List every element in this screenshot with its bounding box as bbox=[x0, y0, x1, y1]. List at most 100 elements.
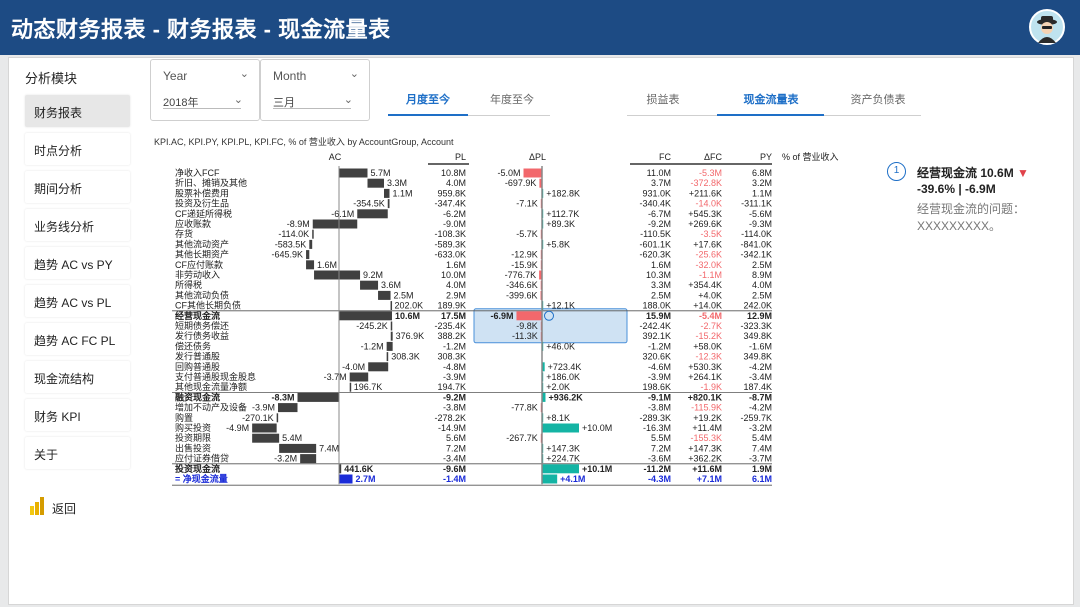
row-label: 投资及衍生品 bbox=[175, 198, 229, 209]
ac-bar[interactable] bbox=[297, 392, 340, 402]
dpl-value: +936.2K bbox=[548, 392, 583, 402]
ac-bar[interactable] bbox=[349, 372, 369, 382]
ac-bar[interactable] bbox=[312, 219, 358, 229]
ac-value: 1.1M bbox=[393, 188, 413, 198]
ac-value: 5.7M bbox=[371, 168, 391, 178]
py-value: 242.0K bbox=[743, 301, 772, 311]
row-label: 其他现金流量净额 bbox=[175, 381, 247, 392]
ac-bar[interactable] bbox=[306, 250, 310, 260]
ac-bar[interactable] bbox=[306, 260, 315, 270]
ac-bar[interactable] bbox=[367, 178, 385, 188]
ac-value: 376.9K bbox=[396, 331, 425, 341]
fc-value: 1.6M bbox=[651, 260, 671, 270]
dpl-bar[interactable] bbox=[542, 464, 579, 474]
dpl-value: -5.7K bbox=[516, 229, 538, 239]
pl-value: -9.0M bbox=[443, 219, 466, 229]
dfc-value: -1.1M bbox=[699, 270, 722, 280]
ac-value: 2.7M bbox=[356, 474, 376, 484]
ac-value: 7.4M bbox=[319, 443, 339, 453]
ac-value: 10.6M bbox=[395, 311, 420, 321]
fc-value: 10.3M bbox=[646, 270, 671, 280]
dfc-value: -115.9K bbox=[691, 403, 722, 413]
dpl-bar[interactable] bbox=[542, 423, 579, 433]
ac-value: -583.5K bbox=[275, 239, 307, 249]
dpl-value: +2.0K bbox=[546, 382, 570, 392]
ac-bar[interactable] bbox=[252, 433, 280, 443]
fc-value: -9.1M bbox=[648, 392, 671, 402]
pl-value: -14.9M bbox=[438, 423, 466, 433]
row-label: 其他流动资产 bbox=[175, 238, 229, 249]
ac-bar[interactable] bbox=[378, 290, 391, 300]
ac-bar[interactable] bbox=[314, 270, 361, 280]
dpl-value: +182.8K bbox=[546, 188, 580, 198]
dfc-value: +530.3K bbox=[688, 362, 722, 372]
dpl-value: +10.1M bbox=[582, 464, 612, 474]
ac-bar[interactable] bbox=[390, 331, 393, 341]
ac-bar[interactable] bbox=[384, 188, 390, 198]
row-label: 应收账款 bbox=[175, 218, 211, 229]
pl-value: -6.2M bbox=[443, 209, 466, 219]
pl-value: -235.4K bbox=[434, 321, 466, 331]
fc-value: -16.3M bbox=[643, 423, 671, 433]
py-value: 4.0M bbox=[752, 280, 772, 290]
dfc-value: +211.6K bbox=[689, 188, 722, 198]
dfc-value: +58.0K bbox=[693, 341, 722, 351]
ac-bar[interactable] bbox=[276, 413, 279, 423]
dpl-bar[interactable] bbox=[542, 474, 558, 484]
ac-bar[interactable] bbox=[339, 311, 392, 321]
dpl-bar[interactable] bbox=[516, 311, 542, 321]
row-label: 发行债务收益 bbox=[175, 330, 229, 341]
dpl-bar[interactable] bbox=[523, 168, 543, 178]
ac-value: -3.9M bbox=[252, 403, 275, 413]
dfc-value: -14.0K bbox=[695, 199, 722, 209]
fc-value: 198.6K bbox=[642, 382, 671, 392]
py-value: -342.1K bbox=[740, 250, 772, 260]
ac-bar[interactable] bbox=[312, 229, 314, 239]
ac-bar[interactable] bbox=[360, 280, 379, 290]
ac-bar[interactable] bbox=[279, 443, 317, 453]
ac-value: 5.4M bbox=[282, 433, 302, 443]
ac-bar[interactable] bbox=[278, 403, 298, 413]
ac-bar[interactable] bbox=[349, 382, 352, 392]
row-label: CF应付账款 bbox=[175, 259, 223, 270]
ac-bar[interactable] bbox=[386, 341, 393, 351]
py-value: -4.2M bbox=[749, 403, 772, 413]
fc-value: -9.2M bbox=[648, 219, 671, 229]
row-label: 投资现金流 bbox=[175, 463, 220, 474]
dfc-value: -2.7K bbox=[700, 321, 722, 331]
row-label: 购买投资 bbox=[175, 422, 211, 433]
ac-bar[interactable] bbox=[252, 423, 277, 433]
py-value: -323.3K bbox=[740, 321, 772, 331]
dfc-value: +11.6M bbox=[692, 464, 722, 474]
pl-value: -589.3K bbox=[434, 239, 466, 249]
ac-bar[interactable] bbox=[339, 168, 368, 178]
ac-bar[interactable] bbox=[368, 362, 389, 372]
dpl-value: +224.7K bbox=[546, 454, 580, 464]
dfc-value: -5.3M bbox=[699, 168, 722, 178]
pl-value: -108.3K bbox=[434, 229, 466, 239]
header-ac: AC bbox=[329, 152, 342, 162]
ac-bar[interactable] bbox=[386, 352, 389, 362]
ac-bar[interactable] bbox=[387, 199, 390, 209]
fc-value: -3.9M bbox=[648, 372, 671, 382]
ac-value: 9.2M bbox=[363, 270, 383, 280]
py-value: 3.2M bbox=[752, 178, 772, 188]
ac-bar[interactable] bbox=[357, 209, 388, 219]
ac-bar[interactable] bbox=[300, 454, 317, 464]
dfc-value: -25.6K bbox=[695, 250, 722, 260]
py-value: 7.4M bbox=[752, 443, 772, 453]
dfc-value: -15.2K bbox=[695, 331, 722, 341]
ac-bar[interactable] bbox=[390, 301, 393, 311]
ac-bar[interactable] bbox=[390, 321, 393, 331]
fc-value: -3.6M bbox=[648, 454, 671, 464]
row-label: 折旧、摊销及其他 bbox=[175, 177, 247, 188]
row-label: 融资现金流 bbox=[175, 391, 220, 402]
ac-bar[interactable] bbox=[339, 474, 353, 484]
dfc-value: -32.0K bbox=[695, 260, 722, 270]
kpi-line1: 经营现金流 10.6M bbox=[917, 166, 1014, 180]
fc-value: -289.3K bbox=[639, 413, 671, 423]
py-value: -5.6M bbox=[749, 209, 772, 219]
ac-bar[interactable] bbox=[309, 239, 313, 249]
py-value: -114.0K bbox=[741, 229, 772, 239]
fc-value: -340.4K bbox=[639, 199, 671, 209]
